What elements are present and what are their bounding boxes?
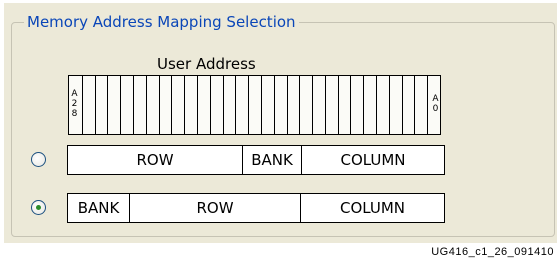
user-address-label: User Address: [157, 55, 256, 73]
figure-caption: UG416_c1_26_091410: [431, 246, 554, 258]
user-address-bit-strip: A28 A0: [68, 75, 441, 135]
bit-divider: [184, 76, 186, 134]
bit-divider: [273, 76, 275, 134]
bit-divider: [235, 76, 237, 134]
bit-divider: [94, 76, 96, 134]
bit-divider: [388, 76, 390, 134]
bit-divider: [260, 76, 262, 134]
column-field: COLUMN: [300, 194, 444, 222]
row-field: ROW: [136, 151, 174, 169]
mapping-option-1-fields[interactable]: ROW BANK COLUMN: [67, 145, 445, 175]
bit-divider: [299, 76, 301, 134]
mapping-option-1-radio[interactable]: [31, 152, 46, 167]
bit-divider: [133, 76, 134, 134]
bit-divider: [427, 76, 429, 134]
bit-divider: [145, 76, 147, 134]
bit-divider: [363, 76, 365, 134]
bit-divider: [158, 76, 160, 134]
column-field: COLUMN: [301, 146, 444, 174]
bit-divider: [209, 76, 211, 134]
groupbox-title: Memory Address Mapping Selection: [24, 13, 299, 31]
bit-divider: [337, 76, 339, 134]
bit-divider: [81, 76, 83, 134]
bit-divider: [376, 76, 377, 134]
bit-divider: [196, 76, 198, 134]
mapping-option-2-fields[interactable]: BANK ROW COLUMN: [67, 193, 445, 223]
mapping-option-2-radio[interactable]: [31, 200, 46, 215]
bit-divider: [120, 76, 122, 134]
bank-field: BANK: [242, 146, 301, 174]
bit-divider: [222, 76, 224, 134]
bit-divider: [171, 76, 173, 134]
msb-bit-label: A28: [71, 89, 78, 119]
bit-divider: [248, 76, 250, 134]
bank-field: BANK: [77, 199, 120, 217]
bit-divider: [286, 76, 288, 134]
bit-divider: [324, 76, 326, 134]
bit-divider: [350, 76, 352, 134]
row-field: ROW: [129, 194, 300, 222]
radio-selected-dot: [36, 205, 41, 210]
bit-divider: [401, 76, 403, 134]
bit-divider: [312, 76, 314, 134]
lsb-bit-label: A0: [432, 94, 439, 114]
bit-divider: [107, 76, 109, 134]
bit-divider: [414, 76, 416, 134]
